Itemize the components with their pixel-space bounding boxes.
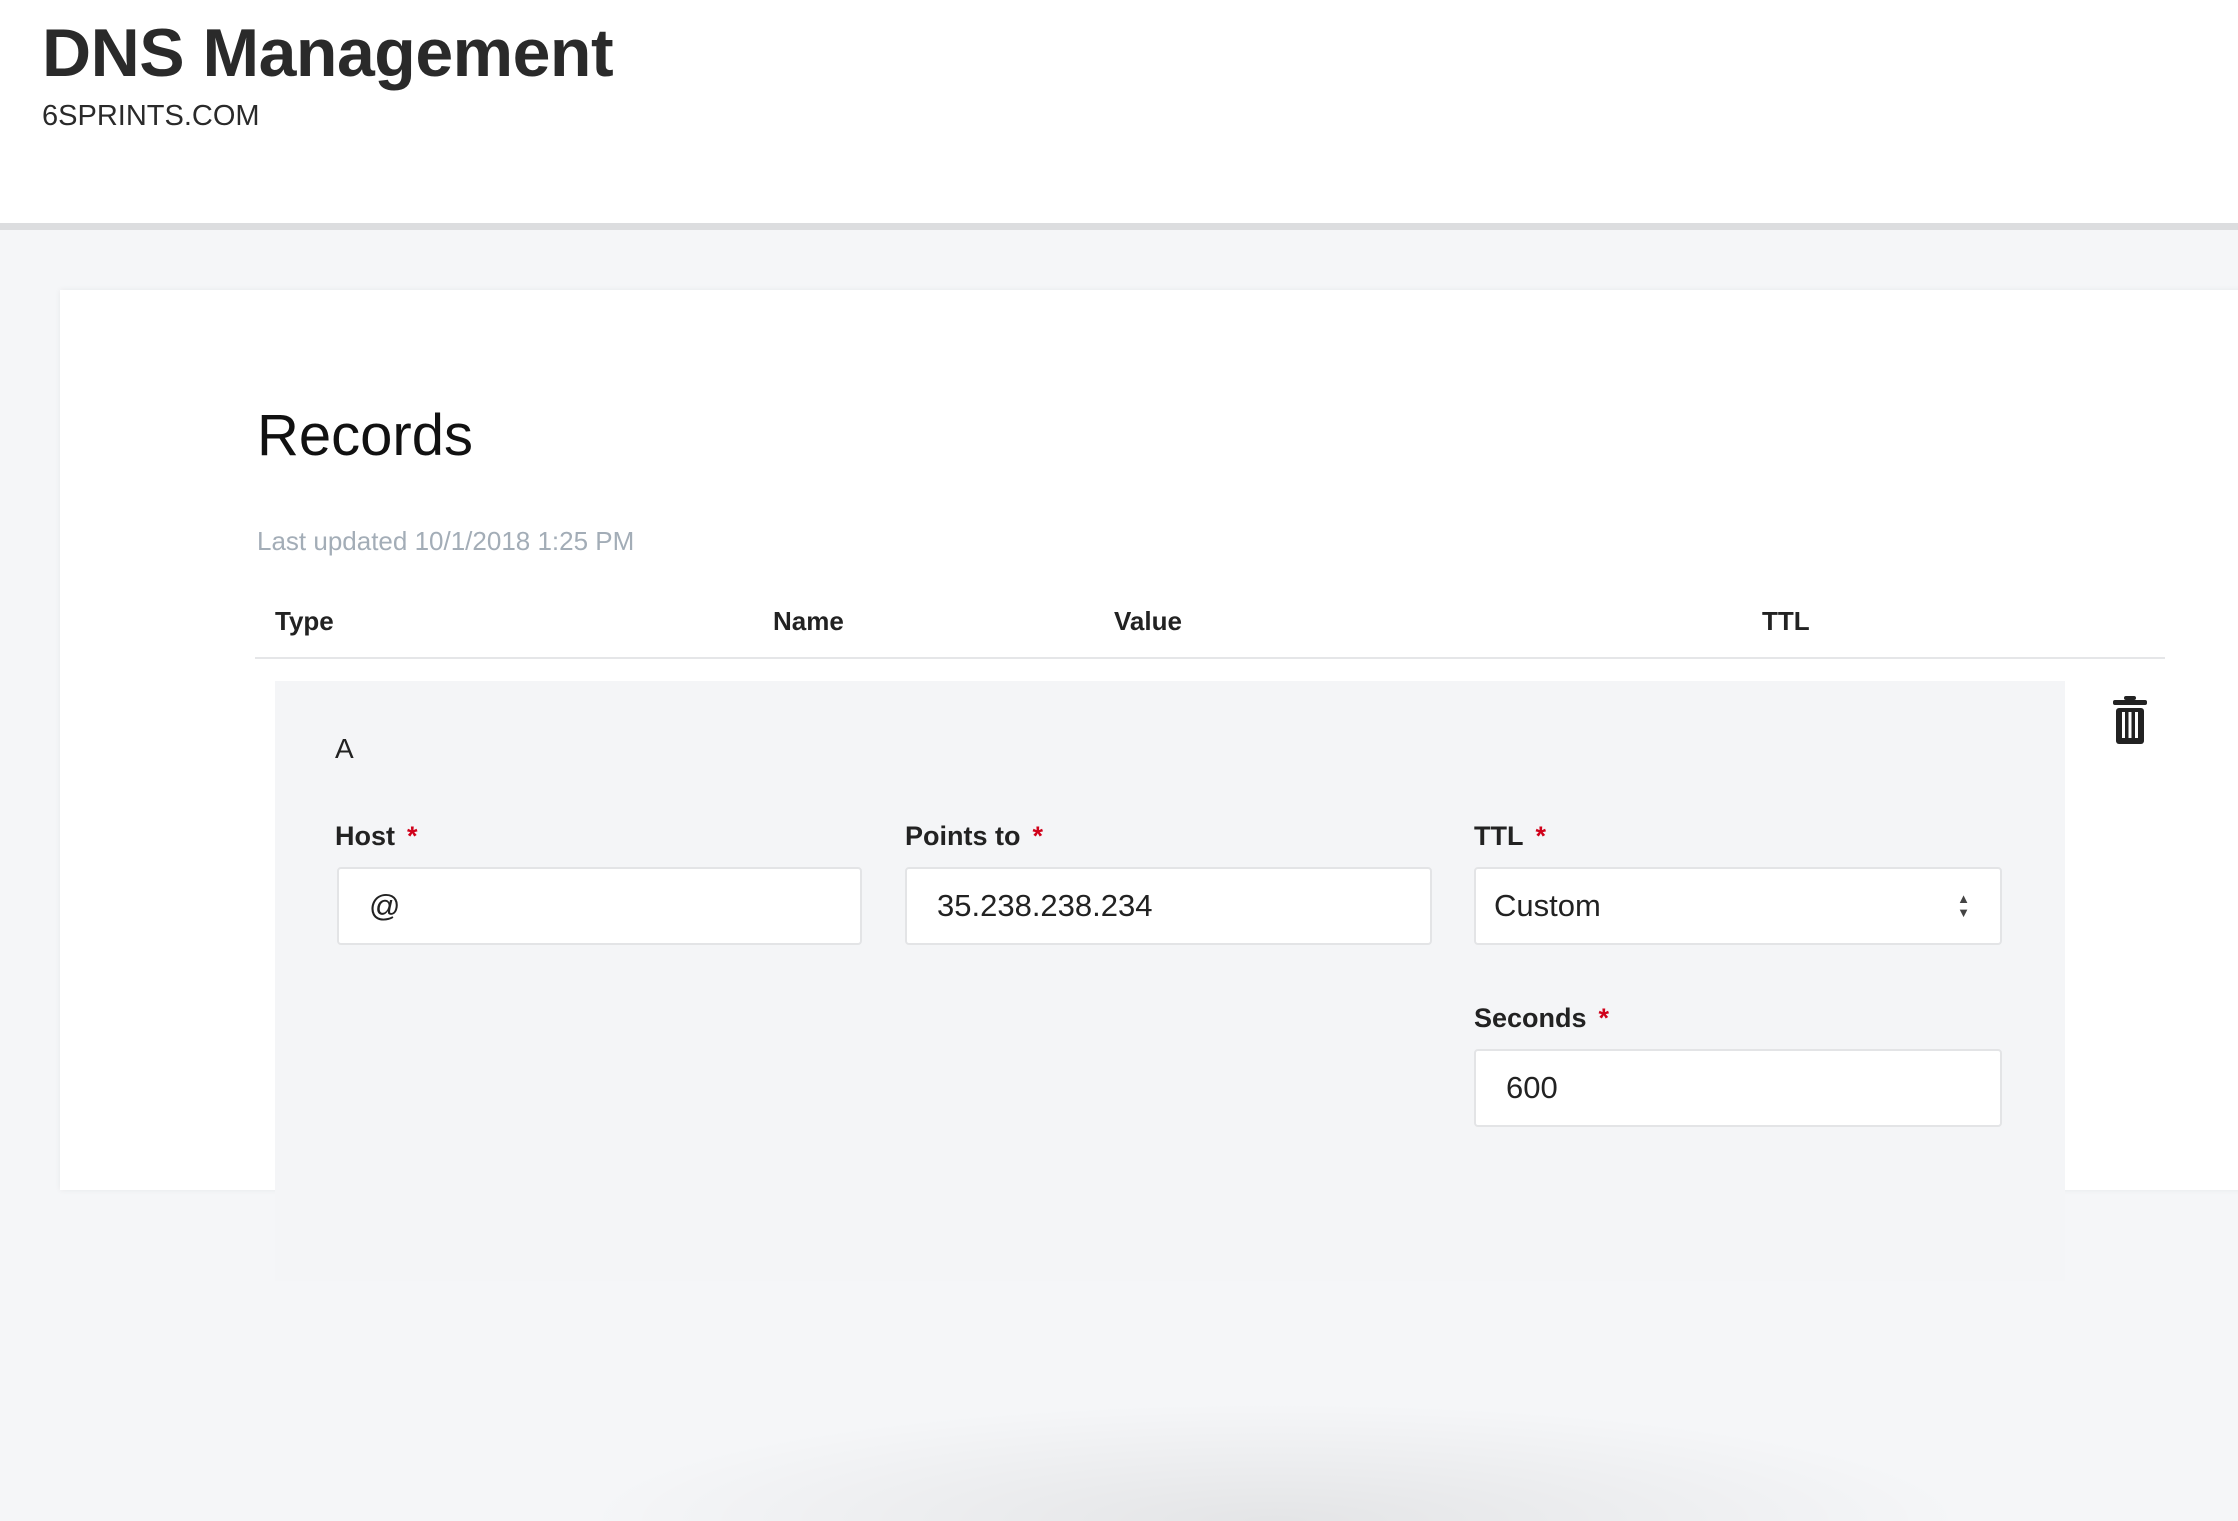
points-to-label-text: Points to xyxy=(905,821,1021,851)
column-header-name[interactable]: Name xyxy=(773,606,844,637)
page-title: DNS Management xyxy=(42,15,614,91)
required-marker: * xyxy=(1032,821,1044,851)
seconds-input[interactable]: 600 xyxy=(1474,1049,2002,1127)
required-marker: * xyxy=(1598,1003,1610,1033)
record-edit-panel: A Host * @ Points to * 35.238.238.234 TTL *… xyxy=(275,681,2065,1521)
ttl-select[interactable]: Custom ▲ ▼ xyxy=(1474,867,2002,945)
table-divider xyxy=(255,657,2165,659)
points-to-input[interactable]: 35.238.238.234 xyxy=(905,867,1432,945)
host-label-text: Host xyxy=(335,821,395,851)
last-updated: Last updated 10/1/2018 1:25 PM xyxy=(257,526,635,556)
host-value: @ xyxy=(369,888,401,923)
delete-record-button[interactable] xyxy=(2112,696,2148,744)
host-input[interactable]: @ xyxy=(337,867,862,945)
records-card: Records Last updated 10/1/2018 1:25 PM T… xyxy=(60,290,2238,1521)
domain-name: 6SPRINTS.COM xyxy=(42,100,260,132)
ttl-label-text: TTL xyxy=(1474,821,1524,851)
required-marker: * xyxy=(1535,821,1546,851)
seconds-label-text: Seconds xyxy=(1474,1003,1587,1033)
trash-icon xyxy=(2113,696,2147,744)
column-header-value[interactable]: Value xyxy=(1114,606,1182,637)
select-arrows-icon: ▲ ▼ xyxy=(1957,891,1970,920)
column-header-type[interactable]: Type xyxy=(275,606,334,637)
overlay-shadow xyxy=(575,1401,1975,1521)
records-heading: Records xyxy=(257,403,473,468)
seconds-value: 600 xyxy=(1506,1070,1558,1105)
page-header: DNS Management 6SPRINTS.COM xyxy=(0,0,2238,230)
ttl-label: TTL * xyxy=(1474,821,1546,852)
points-to-label: Points to * xyxy=(905,821,1043,852)
points-to-value: 35.238.238.234 xyxy=(937,888,1153,923)
required-marker: * xyxy=(407,821,418,851)
record-type: A xyxy=(335,733,354,764)
host-label: Host * xyxy=(335,821,418,852)
seconds-label: Seconds * xyxy=(1474,1003,1609,1034)
column-header-ttl[interactable]: TTL xyxy=(1762,606,1810,637)
ttl-value: Custom xyxy=(1494,888,1601,923)
